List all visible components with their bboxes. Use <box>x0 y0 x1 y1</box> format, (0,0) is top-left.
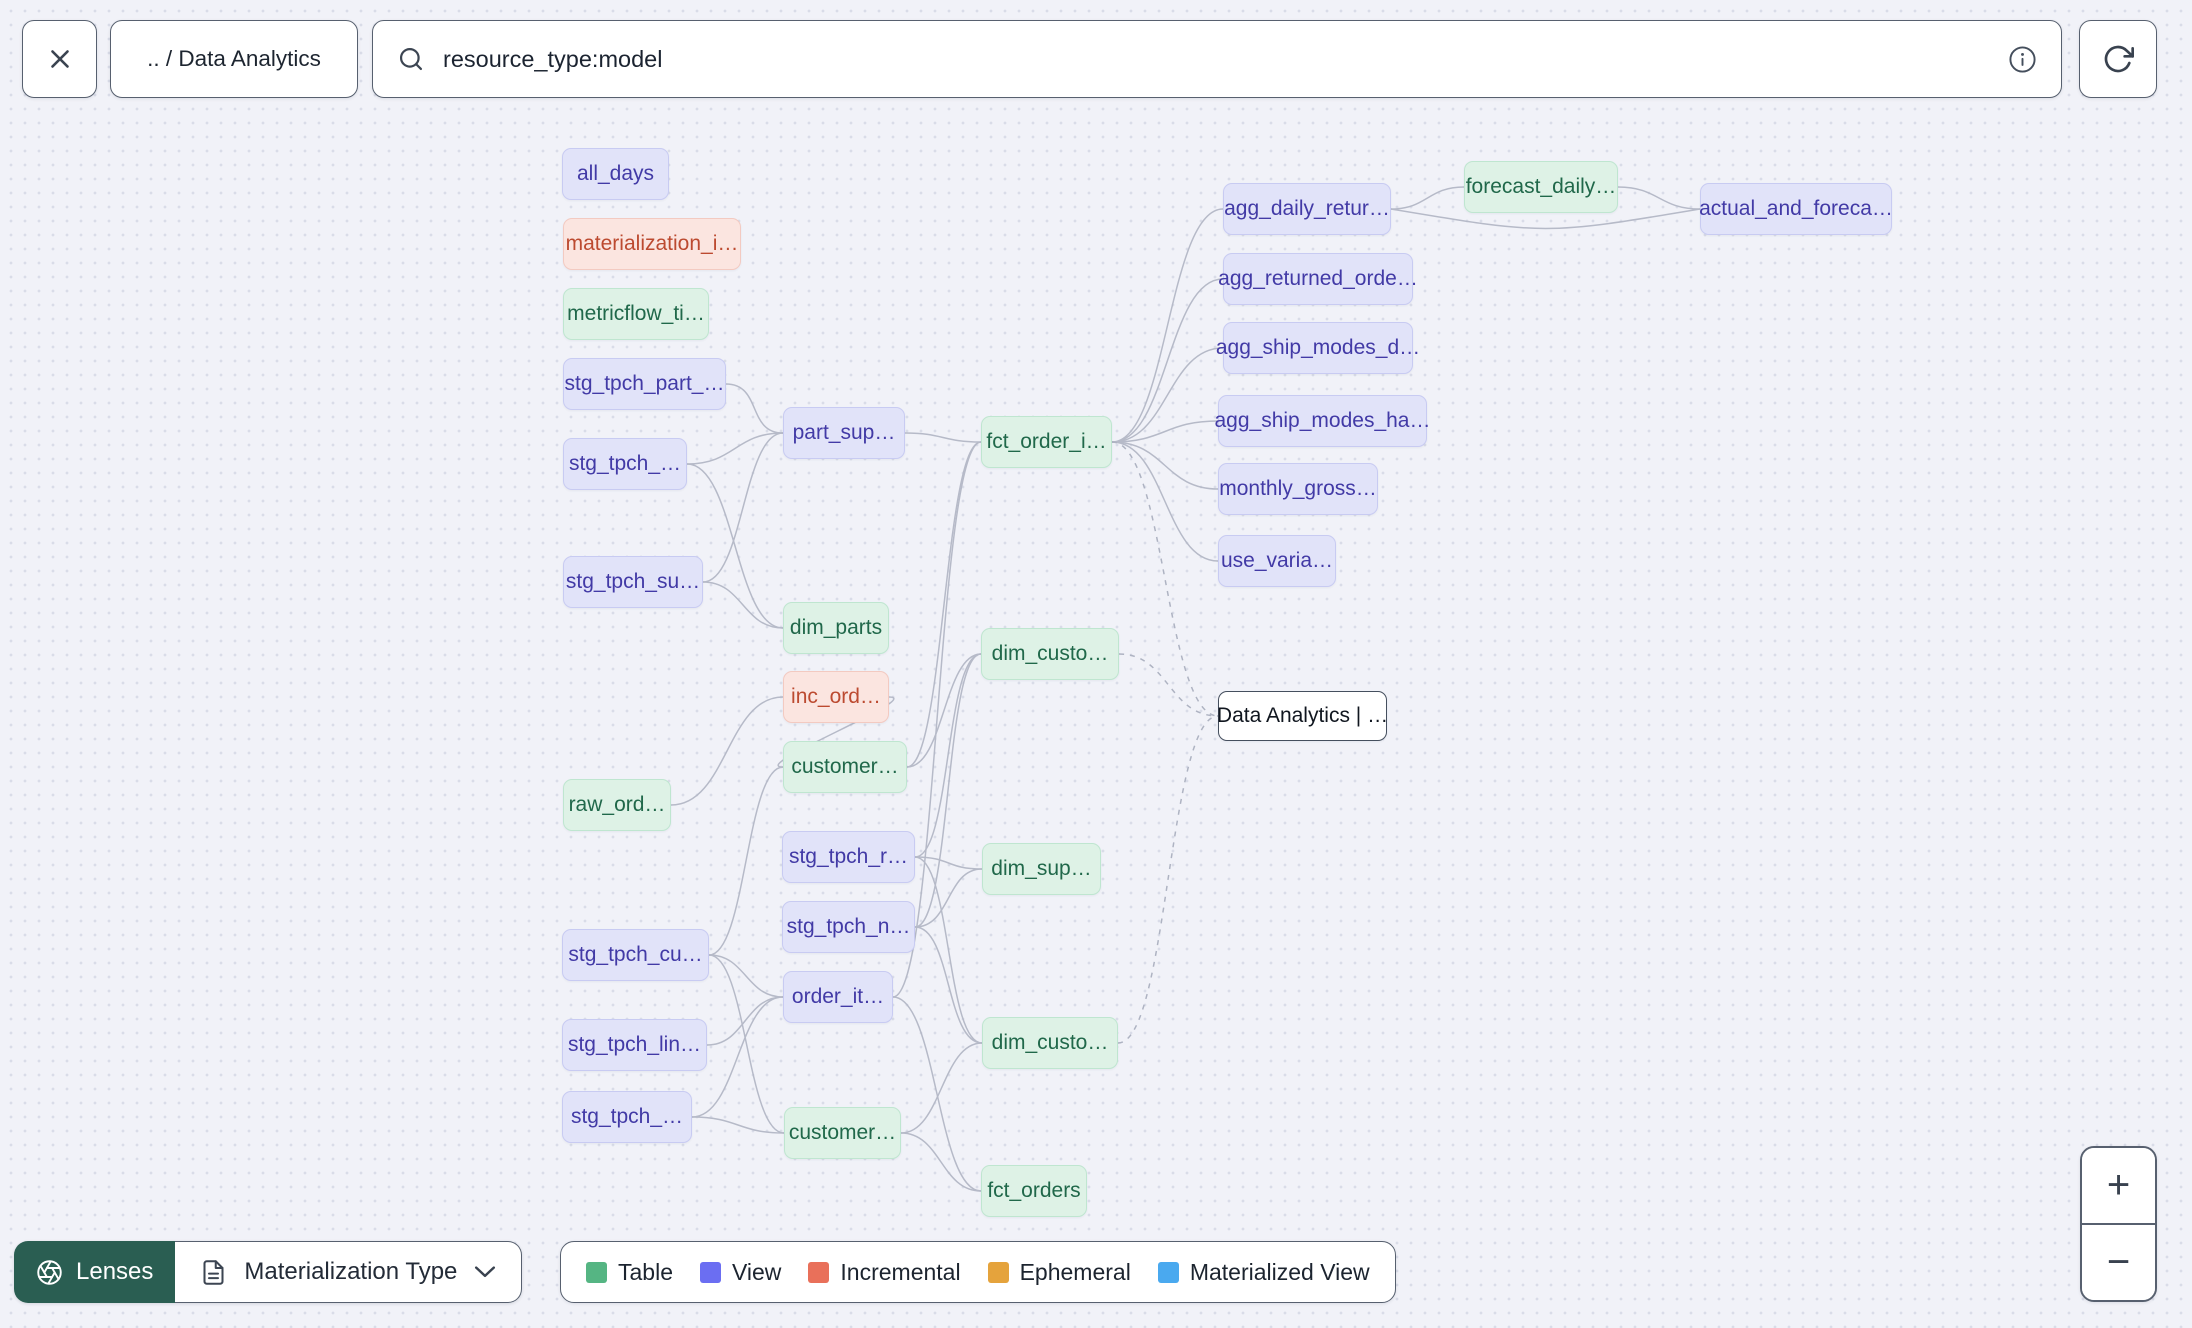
graph-node-part_sup[interactable]: part_sup… <box>783 407 905 459</box>
graph-node-data_analytics[interactable]: Data Analytics | … <box>1217 691 1388 741</box>
close-button[interactable] <box>22 20 97 98</box>
graph-node-dim_custo_b[interactable]: dim_custo… <box>982 1017 1118 1069</box>
graph-node-dim_sup[interactable]: dim_sup… <box>982 843 1101 895</box>
legend-swatch <box>808 1261 830 1283</box>
graph-node-dim_parts[interactable]: dim_parts <box>783 602 889 654</box>
legend-swatch <box>1157 1261 1179 1283</box>
lenses-button[interactable]: Lenses <box>14 1241 176 1303</box>
edge-part_sup-to-fct_order_items <box>904 432 982 443</box>
zoom-out-button[interactable]: − <box>2082 1223 2155 1300</box>
edge-fct_order_items-to-use_varia <box>1111 441 1219 562</box>
graph-node-agg_ship_d[interactable]: agg_ship_modes_d… <box>1216 322 1420 374</box>
lineage-canvas[interactable]: all_days materialization_i… metricflow_ti…… <box>0 0 2192 1328</box>
zoom-in-button[interactable]: + <box>2082 1148 2155 1223</box>
legend-label: Incremental <box>840 1258 961 1285</box>
edge-raw_orders-to-inc_ord <box>670 696 784 806</box>
refresh-button[interactable] <box>2079 20 2157 98</box>
edge-customer_a-to-dim_custo_a <box>906 653 982 768</box>
graph-node-order_items[interactable]: order_it… <box>783 971 893 1023</box>
graph-node-customer_a[interactable]: customer… <box>783 741 907 793</box>
graph-node-metricflow[interactable]: metricflow_ti… <box>563 288 709 340</box>
edge-customer_b-to-dim_custo_b <box>900 1042 983 1134</box>
legend-item-incremental: Incremental <box>808 1258 961 1286</box>
edge-agg_daily-to-forecast_daily <box>1390 186 1465 210</box>
edge-customer_b-to-fct_orders <box>900 1132 982 1192</box>
graph-node-stg_tpch_lin[interactable]: stg_tpch_lin… <box>562 1019 707 1071</box>
lenses-button-label: Lenses <box>76 1258 154 1285</box>
search-input[interactable] <box>441 44 1992 74</box>
graph-node-forecast_daily[interactable]: forecast_daily… <box>1464 161 1618 213</box>
graph-node-agg_ship_ha[interactable]: agg_ship_modes_ha… <box>1215 395 1431 447</box>
chevron-down-icon <box>474 1265 496 1279</box>
lenses-control: Lenses Materialization Type <box>14 1241 523 1303</box>
search-icon <box>397 45 425 73</box>
legend-item-view: View <box>699 1258 782 1286</box>
close-icon <box>45 44 75 74</box>
legend-label: View <box>731 1258 782 1285</box>
edge-stg_tpch_r-to-dim_custo_b <box>914 856 983 1044</box>
edge-stg_tpch_n-to-dim_custo_b <box>914 926 983 1044</box>
breadcrumb: .. / Data Analytics <box>147 46 321 71</box>
graph-node-inc_ord[interactable]: inc_ord… <box>783 671 889 723</box>
edge-fct_order_items-to-agg_returned <box>1111 278 1224 443</box>
graph-node-raw_orders[interactable]: raw_ord… <box>563 779 671 831</box>
zoom-controls: + − <box>2080 1146 2157 1302</box>
edge-order_items-to-fct_orders <box>892 996 982 1192</box>
legend-label: Table <box>618 1258 673 1285</box>
graph-node-stg_tpch_b[interactable]: stg_tpch_… <box>563 438 687 490</box>
edge-dim_custo_b-to-data_analytics <box>1117 715 1219 1044</box>
graph-node-fct_orders[interactable]: fct_orders <box>981 1165 1087 1217</box>
edge-fct_order_items-to-data_analytics <box>1111 441 1219 717</box>
graph-node-agg_daily[interactable]: agg_daily_retur… <box>1223 183 1391 235</box>
legend-item-table: Table <box>586 1259 673 1286</box>
edge-fct_order_items-to-monthly_gross <box>1111 441 1219 490</box>
legend-swatch <box>586 1261 607 1283</box>
graph-node-stg_tpch_cu[interactable]: stg_tpch_cu… <box>562 929 709 981</box>
graph-node-actual_forecast[interactable]: actual_and_foreca… <box>1699 183 1893 235</box>
legend-label: Materialized View <box>1189 1258 1370 1285</box>
legend-item-ephemeral: Ephemeral <box>987 1258 1131 1286</box>
graph-node-stg_tpch_c[interactable]: stg_tpch_… <box>562 1091 692 1143</box>
edge-stg_tpch_b-to-part_sup <box>686 432 784 465</box>
edge-stg_tpch_part_a-to-part_sup <box>725 383 784 434</box>
edge-fct_order_items-to-agg_daily <box>1111 208 1224 443</box>
document-icon <box>200 1259 227 1286</box>
graph-node-materialization[interactable]: materialization_i… <box>563 218 741 270</box>
legend-item-materialized-view: Materialized View <box>1157 1258 1370 1286</box>
legend-swatch <box>699 1261 721 1283</box>
graph-node-fct_order_items[interactable]: fct_order_i… <box>981 416 1112 468</box>
lens-selector[interactable]: Materialization Type <box>175 1241 523 1303</box>
info-icon[interactable] <box>2008 45 2037 74</box>
refresh-icon <box>2102 43 2134 75</box>
materialization-legend: Table View Incremental Ephemeral Materialize… <box>560 1241 1396 1303</box>
graph-node-agg_returned[interactable]: agg_returned_orde… <box>1218 253 1418 305</box>
graph-node-stg_tpch_part_a[interactable]: stg_tpch_part_… <box>563 358 726 410</box>
graph-node-customer_b[interactable]: customer… <box>784 1107 901 1159</box>
legend-label: Ephemeral <box>1019 1258 1131 1285</box>
graph-node-stg_tpch_n[interactable]: stg_tpch_n… <box>782 901 915 953</box>
graph-node-stg_tpch_su[interactable]: stg_tpch_su… <box>563 556 703 608</box>
graph-node-use_varia[interactable]: use_varia… <box>1218 535 1336 587</box>
edge-forecast_daily-to-actual_forecast <box>1617 186 1701 210</box>
edge-stg_tpch_n-to-dim_custo_a <box>914 653 982 928</box>
edge-customer_a-to-fct_order_items <box>906 441 982 768</box>
graph-node-stg_tpch_r[interactable]: stg_tpch_r… <box>782 831 915 883</box>
graph-node-monthly_gross[interactable]: monthly_gross… <box>1218 463 1378 515</box>
graph-node-all_days[interactable]: all_days <box>562 148 669 200</box>
edge-stg_tpch_cu-to-customer_b <box>708 954 785 1134</box>
edge-stg_tpch_su-to-part_sup <box>702 432 784 583</box>
search-bar[interactable] <box>372 20 2062 98</box>
aperture-icon <box>36 1259 63 1286</box>
edge-stg_tpch_cu-to-customer_a <box>708 766 784 956</box>
legend-items: Table View Incremental Ephemeral Materialize… <box>586 1259 1370 1286</box>
edge-stg_tpch_c-to-customer_b <box>691 1116 785 1134</box>
legend-swatch <box>987 1261 1009 1283</box>
selected-lens-label: Materialization Type <box>244 1258 458 1285</box>
breadcrumb-button[interactable]: .. / Data Analytics <box>110 20 358 98</box>
graph-node-dim_custo_a[interactable]: dim_custo… <box>981 628 1119 680</box>
edge-stg_tpch_su-to-dim_parts <box>702 581 784 629</box>
